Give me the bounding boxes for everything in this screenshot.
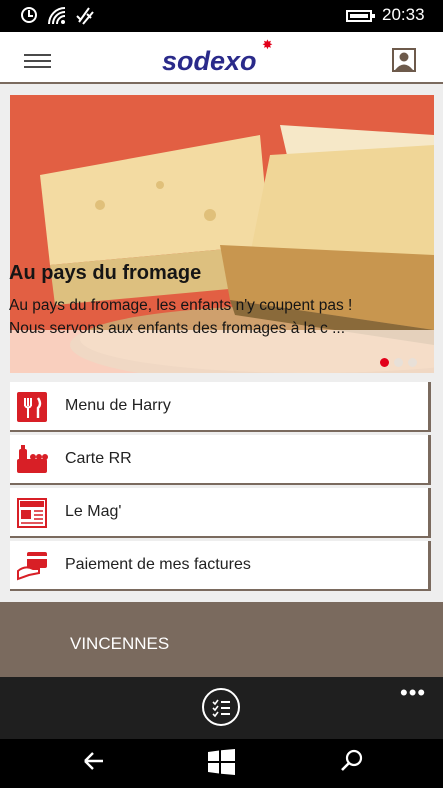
menu-item-menu[interactable]: Menu de Harry <box>10 382 431 432</box>
menu-item-label: Paiement de mes factures <box>65 556 251 573</box>
location-panel[interactable] <box>0 602 443 677</box>
menu-item-mag[interactable]: Le Mag' <box>10 488 431 538</box>
magazine-icon <box>17 498 47 528</box>
sodexo-logo: sodexo <box>162 46 257 76</box>
app-header: sodexo ✸ <box>0 32 443 84</box>
carousel-dot[interactable] <box>394 358 403 367</box>
menu-item-label: Menu de Harry <box>65 397 171 414</box>
menu-cutlery-icon <box>17 392 47 422</box>
carousel-dot[interactable] <box>408 358 417 367</box>
payment-card-icon <box>17 552 47 581</box>
banner-title: Au pays du fromage <box>9 262 202 284</box>
location-name: VINCENNES <box>70 634 170 653</box>
logo-star-icon: ✸ <box>262 37 273 52</box>
menu-item-label: Le Mag' <box>65 503 122 520</box>
banner-description-line: Au pays du fromage, les enfants n'y coup… <box>9 297 353 314</box>
back-arrow-icon[interactable] <box>82 749 106 773</box>
menu-item-label: Carte RR <box>65 450 132 467</box>
battery-icon <box>346 10 375 22</box>
battery-saver-icon <box>21 7 37 23</box>
more-options-icon[interactable]: ••• <box>400 680 426 706</box>
banner-description-line: Nous servons aux enfants des fromages à … <box>9 320 346 337</box>
carousel-dot[interactable] <box>380 358 389 367</box>
search-icon[interactable] <box>340 749 364 773</box>
signal-icon <box>48 7 66 25</box>
checklist-icon <box>212 699 230 718</box>
list-view-button[interactable] <box>202 688 240 726</box>
vibrate-icon <box>76 7 94 25</box>
banner-description: Au pays du fromage, les enfants n'y coup… <box>9 294 409 340</box>
food-card-icon <box>17 445 48 473</box>
menu-item-payment[interactable]: Paiement de mes factures <box>10 541 431 591</box>
windows-start-icon[interactable] <box>208 749 235 775</box>
status-bar: 20:33 <box>0 0 443 32</box>
menu-item-carte[interactable]: Carte RR <box>10 435 431 485</box>
profile-icon[interactable] <box>392 48 416 72</box>
status-time: 20:33 <box>382 5 425 24</box>
hamburger-menu-icon[interactable] <box>24 54 51 68</box>
